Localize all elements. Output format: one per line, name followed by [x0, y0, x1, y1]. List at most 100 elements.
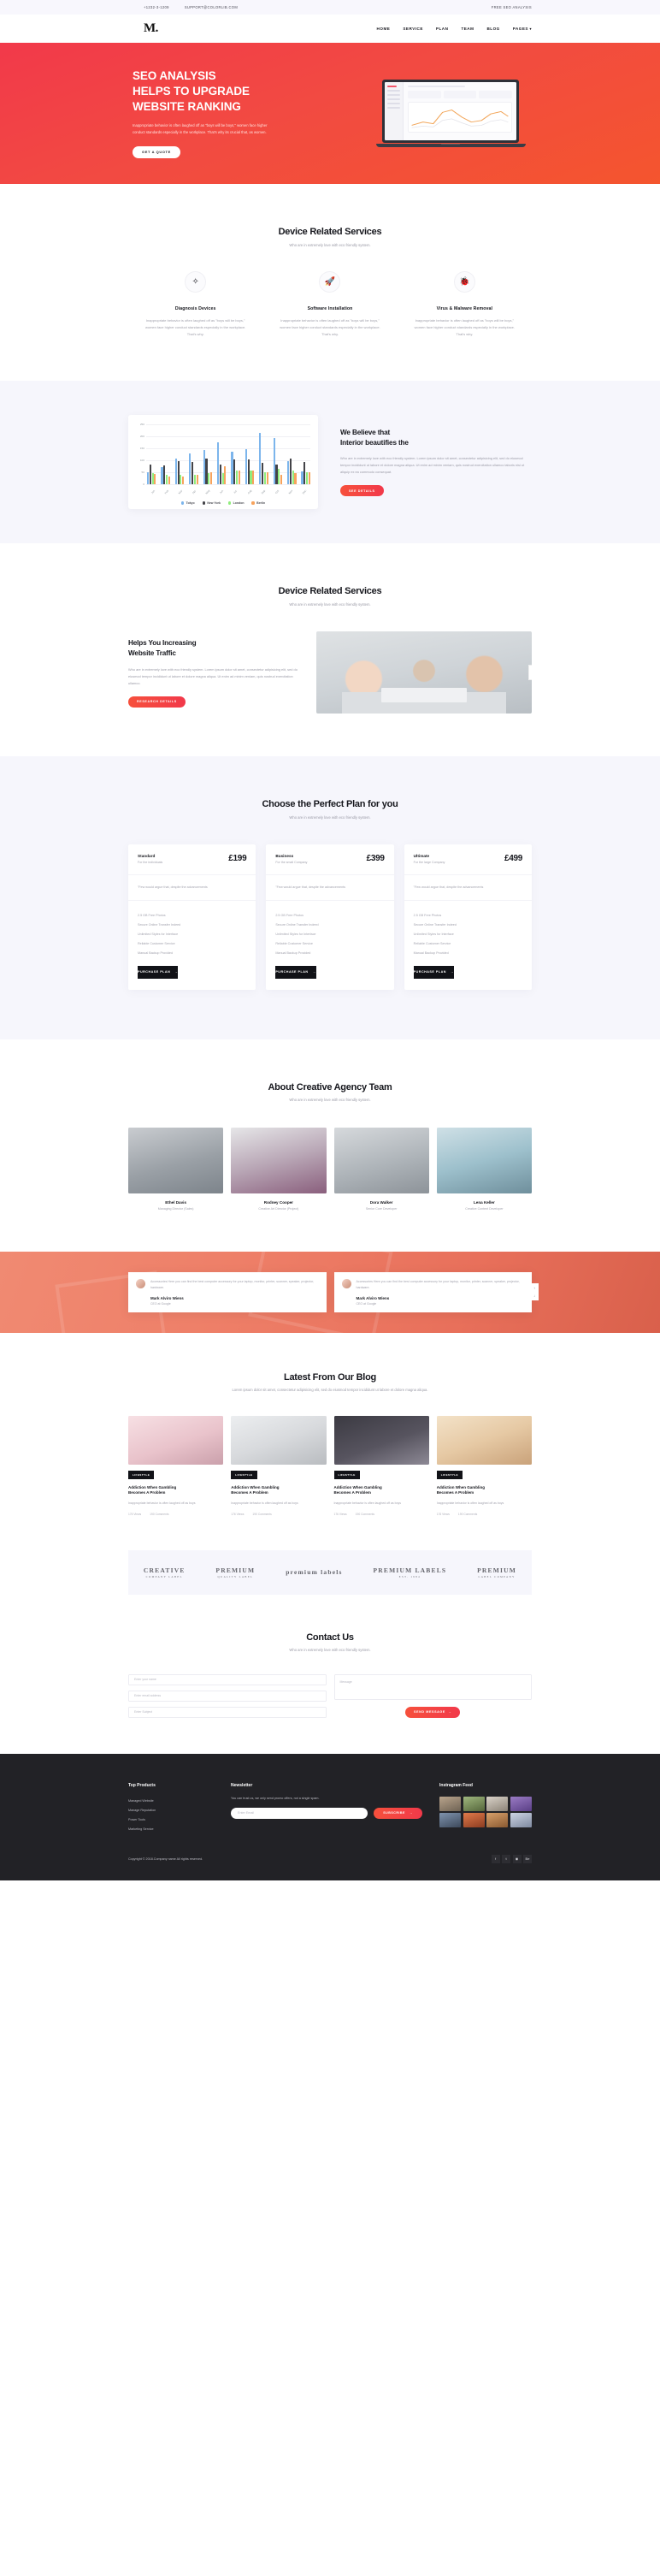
footer-product-link[interactable]: Power Tools — [128, 1815, 214, 1825]
chart-bar[interactable] — [182, 476, 185, 485]
chart-bar[interactable] — [219, 464, 221, 485]
chart-bar-group[interactable] — [301, 462, 310, 485]
nav-item-plan[interactable]: PLAN — [436, 27, 449, 31]
blog-category-badge[interactable]: LIFESTYLE — [231, 1471, 257, 1479]
nav-item-home[interactable]: HOME — [377, 27, 391, 31]
chart-bar[interactable] — [205, 459, 208, 485]
chart-bar-group[interactable] — [287, 459, 297, 485]
carousel-next-arrow-icon[interactable]: › — [528, 665, 532, 681]
chart-bar[interactable] — [177, 460, 180, 485]
purchase-plan-button[interactable]: PURCHASE PLAN → — [138, 965, 179, 979]
chart-bar-group[interactable] — [147, 464, 156, 485]
topbar-cta[interactable]: FREE SEO ANALYSIS — [492, 5, 532, 9]
purchase-plan-button[interactable]: PURCHASE PLAN → — [413, 965, 455, 979]
research-details-button[interactable]: RESEARCH DETAILS — [128, 696, 186, 708]
see-details-button[interactable]: SEE DETAILS — [340, 485, 384, 497]
chart-bar[interactable] — [147, 472, 150, 485]
chart-bar[interactable] — [301, 471, 303, 485]
chart-legend-item[interactable]: London — [227, 501, 244, 505]
nav-item-service[interactable]: SERVICE — [403, 27, 423, 31]
instagram-thumbnail[interactable] — [510, 1796, 532, 1811]
chart-bar[interactable] — [308, 471, 310, 485]
purchase-plan-button[interactable]: PURCHASE PLAN → — [275, 965, 316, 979]
instagram-thumbnail[interactable] — [486, 1813, 509, 1828]
chart-bar-group[interactable] — [231, 452, 240, 485]
chart-bar[interactable] — [168, 476, 170, 485]
topbar-email[interactable]: SUPPORT@COLORLIB.COM — [185, 5, 238, 9]
chart-bar[interactable] — [203, 449, 205, 485]
chart-bar[interactable] — [259, 432, 262, 485]
site-logo[interactable]: M. — [144, 22, 158, 35]
chart-legend-item[interactable]: Tokyo — [180, 501, 195, 505]
chart-bar[interactable] — [174, 459, 177, 485]
team-member-card[interactable]: Dora Walker Senior Core Developer — [333, 1127, 429, 1211]
blog-post-title[interactable]: Addiction When Gambling Becomes A Problem — [437, 1485, 532, 1496]
arrow-down-icon[interactable]: ↓ — [533, 1294, 535, 1298]
chart-bar[interactable] — [262, 462, 264, 485]
chart-bar[interactable] — [193, 474, 196, 485]
nav-item-pages[interactable]: PAGES ▾ — [513, 27, 532, 31]
service-card[interactable]: 🐞 Virus & Malware Removal Inappropriate … — [398, 271, 532, 338]
chart-bar[interactable] — [289, 459, 292, 485]
blog-card[interactable]: LIFESTYLE Addiction When Gambling Becomes … — [128, 1415, 224, 1516]
chart-bar[interactable] — [161, 467, 163, 485]
send-message-button[interactable]: SEND MESSAGE → — [405, 1706, 461, 1718]
instagram-thumbnail[interactable] — [463, 1796, 485, 1811]
nav-item-team[interactable]: TEAM — [461, 27, 474, 31]
chart-bar-group[interactable] — [273, 437, 283, 485]
chart-bar[interactable] — [163, 465, 166, 485]
chart-legend-item[interactable]: Berlin — [251, 501, 265, 505]
chart-bar[interactable] — [287, 461, 290, 485]
service-card[interactable]: ✧ Diagnosis Devices Inappropriate behavi… — [128, 271, 262, 338]
blog-category-badge[interactable]: LIFESTYLE — [333, 1471, 360, 1479]
arrow-up-icon[interactable]: ↑ — [533, 1286, 535, 1290]
nav-item-blog[interactable]: BLOG — [486, 27, 499, 31]
chart-bar[interactable] — [224, 466, 227, 485]
chart-bar-group[interactable] — [189, 453, 198, 485]
instagram-thumbnail[interactable] — [439, 1813, 462, 1828]
team-member-card[interactable]: Rodney Cooper Creative Art Director (Proj… — [231, 1127, 327, 1211]
email-input[interactable]: Enter email address — [128, 1690, 327, 1702]
chart-bar[interactable] — [294, 473, 297, 485]
chart-bar[interactable] — [217, 441, 220, 485]
chart-bar[interactable] — [165, 475, 168, 485]
chart-bar[interactable] — [238, 471, 240, 485]
chart-bar[interactable] — [280, 475, 283, 485]
chart-bar[interactable] — [192, 462, 194, 485]
chart-bar[interactable] — [303, 462, 306, 485]
chart-bar[interactable] — [233, 459, 236, 485]
instagram-thumbnail[interactable] — [510, 1813, 532, 1828]
chart-bar[interactable] — [245, 448, 247, 485]
subject-input[interactable]: Enter Subject — [128, 1706, 327, 1718]
chart-bar[interactable] — [189, 453, 192, 485]
chart-bar[interactable] — [208, 472, 210, 485]
blog-card[interactable]: LIFESTYLE Addiction When Gambling Becomes … — [436, 1415, 532, 1516]
chart-bar[interactable] — [209, 471, 213, 485]
testimonial-nav[interactable]: ↑ ↓ — [530, 1283, 539, 1301]
service-card[interactable]: 🚀 Software Installation Inappropriate be… — [262, 271, 397, 338]
chart-bar-group[interactable] — [217, 441, 227, 485]
chart-bar[interactable] — [196, 475, 198, 485]
chart-bar[interactable] — [247, 459, 250, 485]
chart-bar-group[interactable] — [161, 465, 170, 485]
behance-icon[interactable]: Be — [523, 1854, 532, 1863]
dribbble-icon[interactable]: ◉ — [512, 1854, 522, 1863]
name-input[interactable]: Enter your name — [128, 1673, 327, 1685]
chart-bar[interactable] — [273, 437, 275, 485]
chart-bar-group[interactable] — [203, 449, 213, 485]
blog-category-badge[interactable]: LIFESTYLE — [436, 1471, 463, 1479]
instagram-thumbnail[interactable] — [463, 1813, 485, 1828]
topbar-phone[interactable]: +1232-3-1209 — [144, 5, 169, 9]
chart-bar[interactable] — [292, 470, 294, 485]
twitter-icon[interactable]: t — [502, 1854, 510, 1863]
chart-bar[interactable] — [275, 464, 278, 485]
chart-bar[interactable] — [278, 468, 280, 485]
chart-bar[interactable] — [231, 452, 233, 485]
blog-post-title[interactable]: Addiction When Gambling Becomes A Problem — [334, 1485, 429, 1496]
chart-bar[interactable] — [221, 472, 224, 485]
blog-post-title[interactable]: Addiction When Gambling Becomes A Problem — [231, 1485, 326, 1496]
blog-card[interactable]: LIFESTYLE Addiction When Gambling Becomes … — [333, 1415, 429, 1516]
blog-post-title[interactable]: Addiction When Gambling Becomes A Problem — [128, 1485, 223, 1496]
footer-product-link[interactable]: Manage Reputation — [128, 1806, 214, 1815]
chart-bar-group[interactable] — [174, 459, 185, 485]
